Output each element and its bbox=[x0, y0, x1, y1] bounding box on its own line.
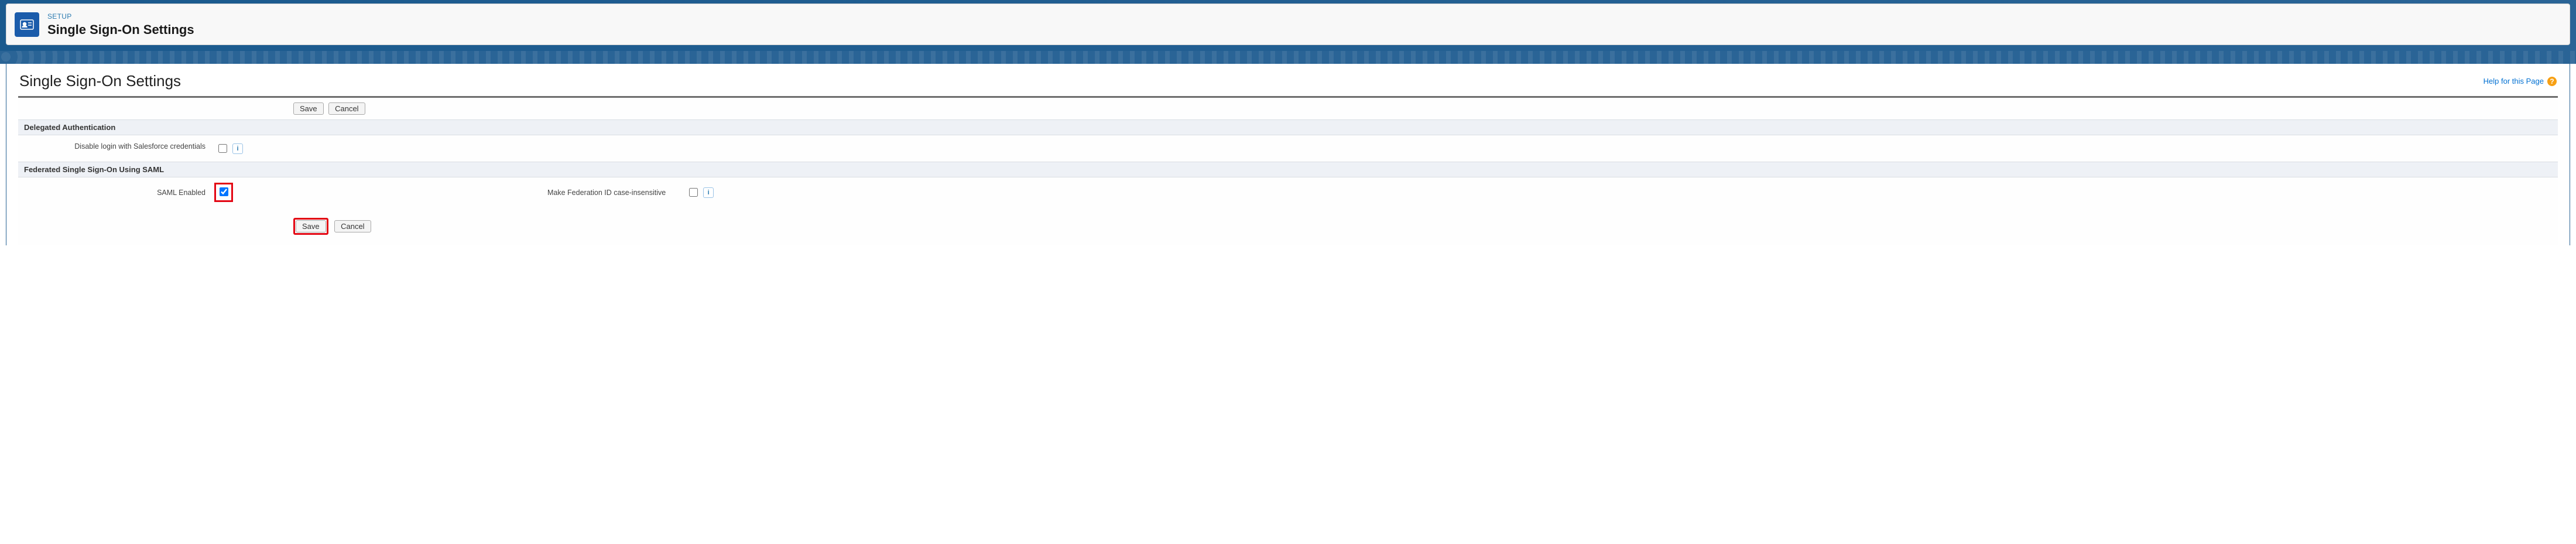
cancel-button-bottom[interactable]: Cancel bbox=[334, 220, 371, 232]
help-link[interactable]: Help for this Page ? bbox=[2483, 77, 2557, 86]
title-row: Single Sign-On Settings Help for this Pa… bbox=[6, 64, 2570, 94]
highlight-save-button: Save bbox=[293, 218, 328, 235]
label-saml-enabled: SAML Enabled bbox=[18, 189, 216, 197]
highlight-saml-checkbox bbox=[216, 184, 231, 200]
row-disable-login: Disable login with Salesforce credential… bbox=[18, 135, 2558, 162]
label-disable-login: Disable login with Salesforce credential… bbox=[18, 142, 216, 155]
cancel-button-top[interactable]: Cancel bbox=[328, 102, 365, 115]
header-card: SETUP Single Sign-On Settings bbox=[6, 4, 2570, 45]
info-icon[interactable]: i bbox=[703, 187, 714, 198]
breadcrumb: SETUP bbox=[47, 12, 72, 20]
id-card-icon bbox=[15, 12, 39, 37]
checkbox-disable-login[interactable] bbox=[218, 144, 227, 153]
header-text: SETUP Single Sign-On Settings bbox=[47, 11, 194, 37]
main-content: Single Sign-On Settings Help for this Pa… bbox=[6, 64, 2570, 245]
app-header: SETUP Single Sign-On Settings bbox=[0, 0, 2576, 51]
checkbox-fed-id[interactable] bbox=[689, 188, 698, 197]
bottom-button-row: Save Cancel bbox=[18, 213, 2558, 240]
top-button-row: Save Cancel bbox=[18, 98, 2558, 119]
help-icon: ? bbox=[2547, 77, 2557, 86]
checkbox-saml-enabled[interactable] bbox=[220, 187, 228, 196]
save-button-top[interactable]: Save bbox=[293, 102, 324, 115]
row-saml: SAML Enabled Make Federation ID case-ins… bbox=[18, 177, 2558, 207]
page-title: Single Sign-On Settings bbox=[19, 72, 181, 90]
help-link-text: Help for this Page bbox=[2483, 77, 2544, 85]
label-fed-id: Make Federation ID case-insensitive bbox=[547, 189, 676, 197]
page-title-header: Single Sign-On Settings bbox=[47, 22, 194, 37]
settings-form: Save Cancel Delegated Authentication Dis… bbox=[18, 96, 2558, 245]
decorative-pattern bbox=[0, 51, 2576, 64]
section-delegated-header: Delegated Authentication bbox=[18, 119, 2558, 135]
save-button-bottom[interactable]: Save bbox=[296, 220, 326, 232]
section-federated-header: Federated Single Sign-On Using SAML bbox=[18, 162, 2558, 177]
info-icon[interactable]: i bbox=[232, 143, 243, 154]
